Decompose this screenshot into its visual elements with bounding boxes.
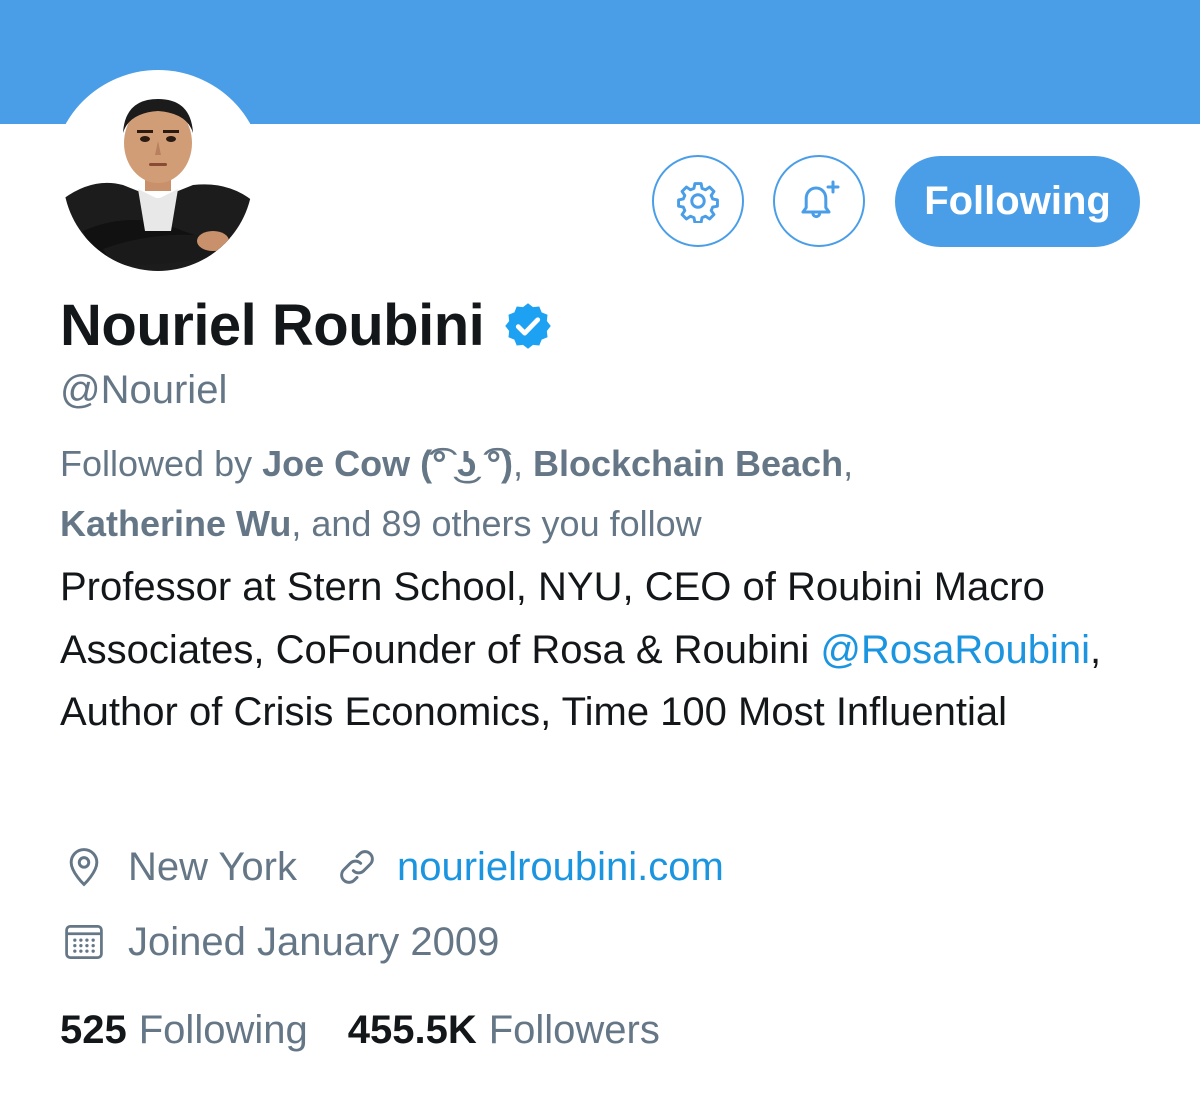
avatar-photo bbox=[63, 81, 253, 271]
profile-bio: Professor at Stern School, NYU, CEO of R… bbox=[60, 556, 1160, 744]
followed-by-prefix: Followed by bbox=[60, 443, 263, 484]
profile-location: New York bbox=[128, 844, 297, 889]
bell-plus-icon bbox=[801, 180, 840, 219]
follower-link[interactable]: Katherine Wu bbox=[60, 503, 291, 544]
notifications-button[interactable] bbox=[773, 155, 865, 247]
followers-count: 455.5K bbox=[347, 1008, 477, 1052]
follower-link[interactable]: Blockchain Beach bbox=[533, 443, 843, 484]
followed-by-separator: , bbox=[843, 443, 854, 484]
profile-handle: @Nouriel bbox=[60, 368, 228, 412]
following-stat[interactable]: 525 Following bbox=[60, 1008, 308, 1053]
profile-settings-button[interactable] bbox=[652, 155, 744, 247]
location-pin-icon bbox=[60, 843, 108, 891]
gear-icon bbox=[677, 182, 719, 223]
followed-by-separator: , bbox=[512, 443, 533, 484]
link-icon bbox=[333, 843, 381, 891]
follower-link[interactable]: Joe Cow (͡° ͜ʖ ͡°) bbox=[262, 443, 513, 484]
profile-website-link[interactable]: nourielroubini.com bbox=[397, 845, 724, 890]
profile-meta-joined: Joined January 2009 bbox=[60, 918, 499, 966]
profile-meta-location-website: New York nourielroubini.com bbox=[60, 843, 724, 891]
following-label: Following bbox=[138, 1008, 308, 1052]
profile-joined-date: Joined January 2009 bbox=[128, 919, 500, 964]
profile-stats: 525 Following 455.5K Followers bbox=[60, 1008, 660, 1053]
following-count: 525 bbox=[60, 1008, 127, 1052]
profile-name-row: Nouriel Roubini bbox=[60, 290, 554, 360]
profile-name: Nouriel Roubini bbox=[60, 292, 485, 358]
followers-stat[interactable]: 455.5K Followers bbox=[348, 1008, 660, 1053]
following-button[interactable]: Following bbox=[895, 156, 1140, 247]
calendar-icon bbox=[60, 918, 108, 966]
bio-mention-link[interactable]: @RosaRoubini bbox=[820, 628, 1090, 672]
followed-by[interactable]: Followed by Joe Cow (͡° ͜ʖ ͡°), Blockcha… bbox=[60, 434, 1160, 554]
avatar[interactable] bbox=[52, 70, 264, 282]
followers-label: Followers bbox=[488, 1008, 660, 1052]
followed-by-suffix: , and 89 others you follow bbox=[291, 503, 702, 544]
verified-badge-icon bbox=[505, 303, 551, 349]
